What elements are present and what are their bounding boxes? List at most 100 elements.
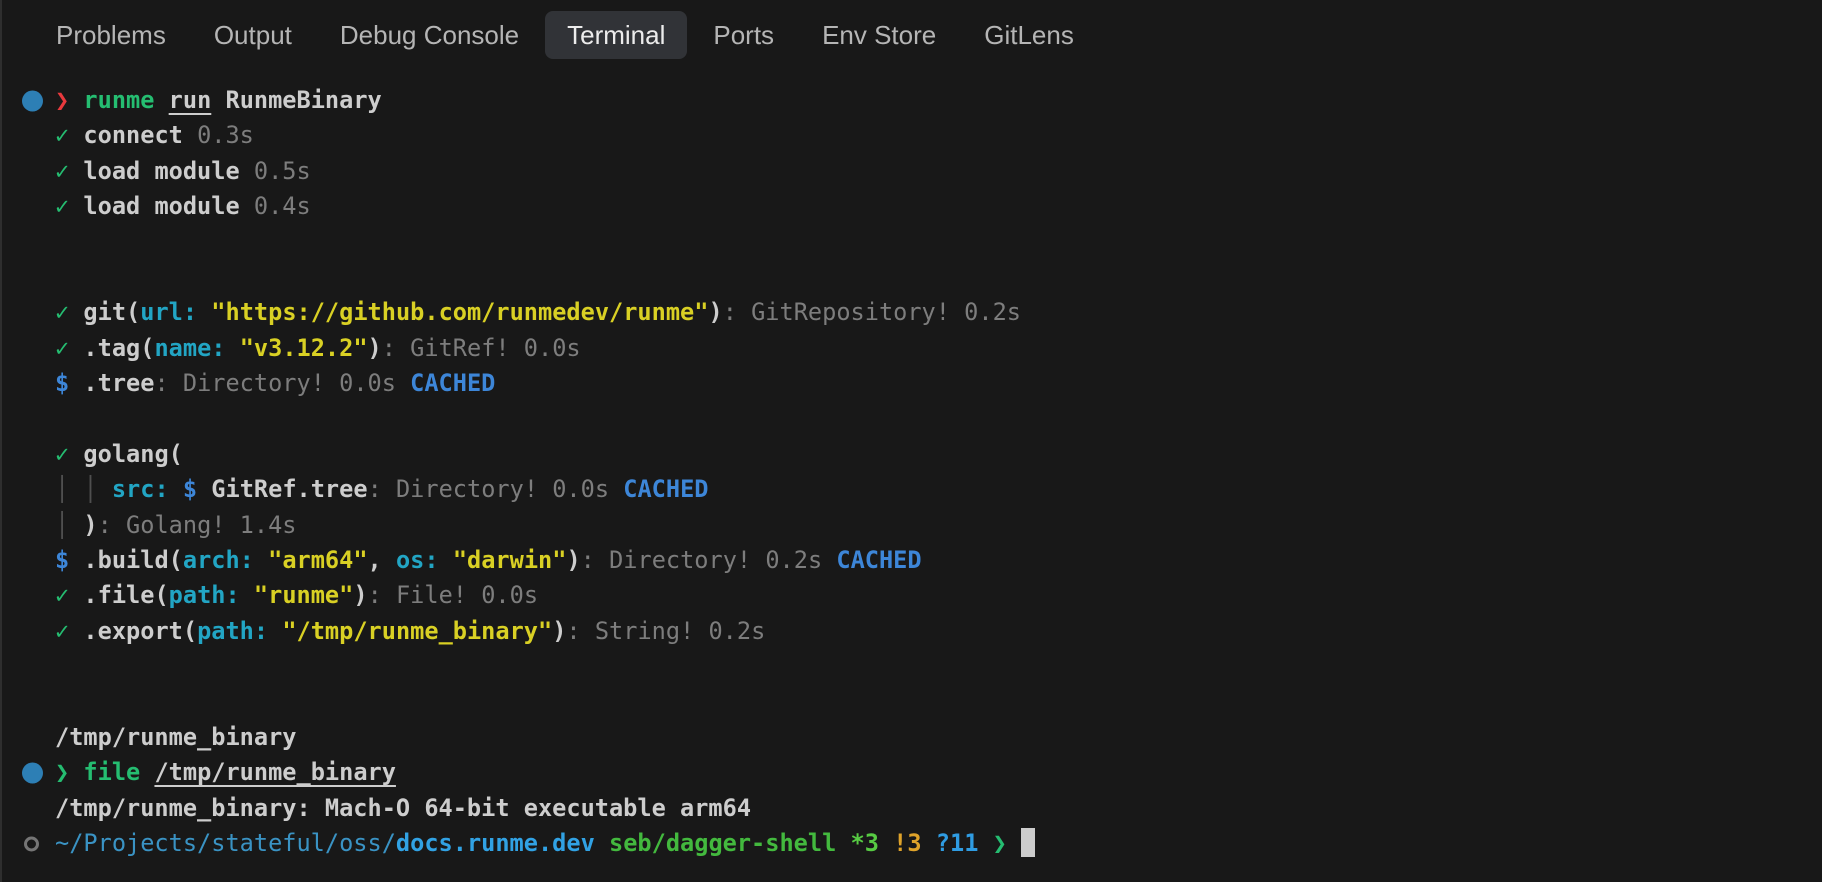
- terminal-text: $: [182, 475, 198, 504]
- terminal-line: ✓ golang(: [55, 437, 1822, 472]
- terminal-line: │ ): Golang! 1.4s: [55, 508, 1822, 543]
- terminal-link[interactable]: /tmp/runme_binary: [154, 758, 395, 786]
- terminal-text: CACHED: [623, 475, 709, 504]
- terminal-text: RunmeBinary: [211, 86, 382, 114]
- terminal-text: src:: [111, 475, 169, 504]
- terminal-text: : File! 0.0s: [367, 581, 539, 610]
- terminal-text: "v3.12.2": [239, 333, 368, 362]
- terminal-text: .tag(: [83, 333, 155, 362]
- tab-env-store[interactable]: Env Store: [822, 22, 936, 48]
- terminal-line: ❯ file /tmp/runme_binary: [22, 755, 1822, 790]
- check-icon: ✓: [55, 192, 84, 221]
- terminal-text: : GitRepository! 0.2s: [722, 298, 1021, 327]
- terminal-text: file: [83, 758, 155, 787]
- terminal-text: path:: [197, 616, 269, 645]
- terminal-line: ✓ .export(path: "/tmp/runme_binary"): St…: [55, 614, 1822, 649]
- terminal-line: ✓ git(url: "https://github.com/runmedev/…: [55, 295, 1822, 330]
- terminal-line: │ │ src: $ GitRef.tree: Directory! 0.0s …: [55, 472, 1822, 507]
- terminal-line: $ .build(arch: "arm64", os: "darwin"): D…: [55, 543, 1822, 578]
- tree-guide: │ │: [55, 475, 112, 504]
- check-icon: ✓: [55, 616, 84, 645]
- check-icon: ✓: [55, 121, 84, 150]
- tree-guide: │: [55, 510, 84, 539]
- tab-output[interactable]: Output: [214, 22, 292, 48]
- terminal-text: "runme": [253, 581, 354, 610]
- terminal-text: /tmp/runme_binary: Mach-O 64-bit executa…: [55, 793, 752, 822]
- check-icon: ✓: [55, 156, 84, 185]
- check-icon: ✓: [55, 581, 84, 610]
- check-icon: ✓: [55, 333, 84, 362]
- terminal-line: /tmp/runme_binary: Mach-O 64-bit executa…: [55, 791, 1822, 826]
- terminal-text: : String! 0.2s: [566, 616, 766, 645]
- terminal-text: $: [55, 369, 70, 398]
- terminal-cursor: [1021, 828, 1036, 858]
- terminal-text: : Golang! 1.4s: [97, 510, 297, 539]
- terminal-text: "/tmp/runme_binary": [282, 616, 553, 645]
- terminal-text: ): [552, 616, 567, 645]
- terminal-text: url:: [140, 298, 198, 327]
- terminal-text: path:: [168, 581, 240, 610]
- command-decoration-circle-icon[interactable]: [22, 90, 43, 112]
- terminal-text: !3: [893, 829, 922, 858]
- terminal-text: ): [367, 333, 382, 362]
- terminal-text: 0.5s: [253, 156, 311, 185]
- terminal-text: : Directory! 0.0s: [154, 369, 411, 398]
- terminal-text: .file(: [83, 581, 169, 610]
- prompt-chevron-icon: ❯: [55, 758, 84, 787]
- terminal-line: ~/Projects/stateful/oss/docs.runme.dev s…: [24, 826, 1822, 861]
- terminal-text: : Directory! 0.0s: [367, 475, 624, 504]
- terminal-text: GitRef.tree: [197, 475, 368, 504]
- terminal-text: golang(: [83, 439, 183, 468]
- terminal-text: ): [353, 581, 368, 610]
- tab-gitlens[interactable]: GitLens: [984, 22, 1074, 48]
- terminal-text: arch:: [182, 546, 254, 575]
- tab-terminal[interactable]: Terminal: [545, 11, 688, 59]
- terminal-text: "darwin": [452, 546, 567, 575]
- terminal-text: 0.3s: [197, 121, 254, 150]
- terminal-text: ?11: [935, 829, 979, 858]
- terminal-line: /tmp/runme_binary: [55, 720, 1822, 755]
- terminal-text: runme: [83, 86, 169, 114]
- panel-tab-bar: Problems Output Debug Console Terminal Ports…: [2, 0, 1822, 70]
- terminal-text: "https://github.com/runmedev/runme": [211, 298, 709, 327]
- terminal-text: ): [83, 510, 98, 539]
- terminal-text: : Directory! 0.2s: [580, 546, 837, 575]
- terminal-text: .tree: [69, 369, 155, 398]
- terminal-text: docs.runme.dev: [395, 829, 595, 858]
- terminal-text: .build(: [69, 546, 183, 575]
- terminal-text: $: [55, 546, 70, 575]
- terminal-text: CACHED: [836, 546, 922, 575]
- command-decoration-circle-icon[interactable]: [22, 762, 43, 784]
- terminal-output[interactable]: ❯ runme run RunmeBinary ✓ connect 0.3s ✓ l…: [2, 70, 1822, 862]
- tab-problems[interactable]: Problems: [56, 22, 166, 48]
- terminal-text: ~/Projects/stateful/oss/: [55, 829, 396, 858]
- terminal-line: ✓ load module 0.4s: [55, 189, 1822, 224]
- terminal-text: /tmp/runme_binary: [55, 723, 297, 752]
- prompt-chevron-icon: ❯: [992, 829, 1022, 858]
- prompt-decoration-circle-icon[interactable]: [24, 836, 39, 852]
- terminal-line: ✓ load module 0.5s: [55, 154, 1822, 189]
- terminal-text: os:: [395, 546, 439, 575]
- terminal-line: ✓ .tag(name: "v3.12.2"): GitRef! 0.0s: [55, 331, 1822, 366]
- terminal-text: ): [566, 546, 581, 575]
- terminal-text: ,: [367, 546, 396, 575]
- tab-ports[interactable]: Ports: [713, 22, 774, 48]
- terminal-link[interactable]: run: [169, 86, 212, 114]
- tab-debug-console[interactable]: Debug Console: [340, 22, 519, 48]
